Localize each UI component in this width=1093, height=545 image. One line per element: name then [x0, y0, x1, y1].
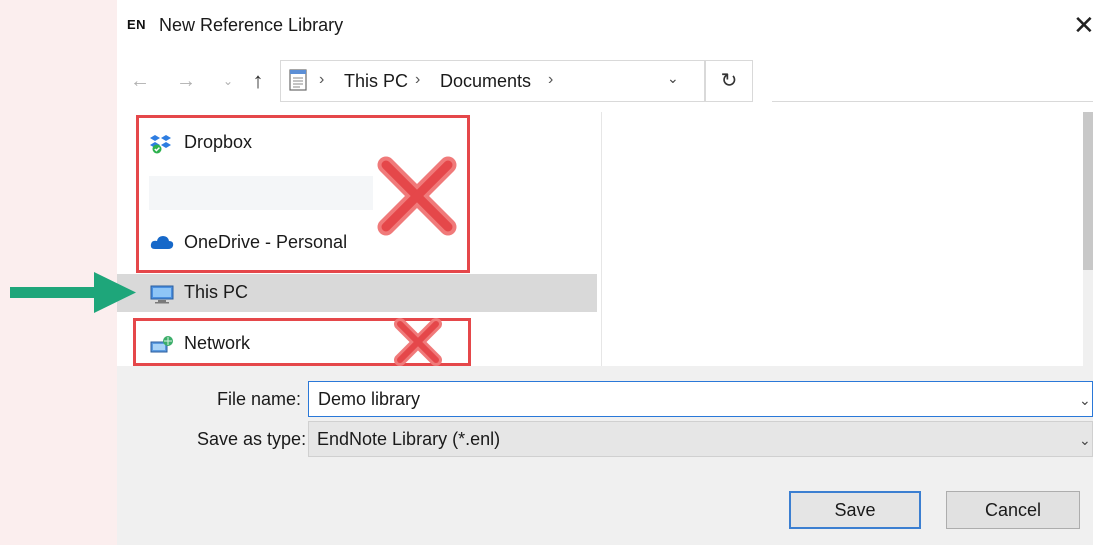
save-as-type-value: EndNote Library (*.enl)	[317, 429, 501, 449]
scrollbar-thumb[interactable]	[1083, 112, 1093, 270]
search-input[interactable]	[772, 60, 1093, 102]
address-bar[interactable]: › This PC › Documents ›	[280, 60, 705, 102]
file-list-pane[interactable]	[602, 112, 1077, 366]
cancel-button[interactable]: Cancel	[946, 491, 1080, 529]
save-options-panel: File name: ⌄ Save as type: EndNote Libra…	[117, 366, 1093, 545]
sidebar-item-this-pc[interactable]: This PC	[117, 274, 597, 312]
refresh-button[interactable]: ↻	[705, 60, 753, 102]
breadcrumb-this-pc[interactable]: This PC	[344, 71, 408, 92]
save-as-type-dropdown-chevron[interactable]: ⌄	[1079, 432, 1091, 449]
breadcrumb-separator[interactable]: ›	[415, 71, 420, 89]
red-x-mark-icon	[394, 318, 442, 366]
save-as-type-label: Save as type:	[197, 429, 307, 449]
red-x-mark-icon	[377, 156, 457, 236]
back-button[interactable]: ←	[127, 66, 153, 96]
breadcrumb-separator[interactable]: ›	[548, 71, 553, 89]
vertical-scrollbar[interactable]	[1083, 112, 1093, 366]
save-button[interactable]: Save	[789, 491, 921, 529]
monitor-icon	[150, 284, 174, 309]
save-as-type-select[interactable]: EndNote Library (*.enl)	[308, 421, 1093, 457]
forward-button[interactable]: →	[173, 66, 199, 96]
close-button[interactable]: ✕	[1073, 10, 1093, 40]
file-name-input[interactable]	[308, 381, 1093, 417]
sidebar-item-label: This PC	[184, 282, 249, 302]
up-button[interactable]: ↑	[245, 66, 271, 96]
window-title: New Reference Library	[159, 15, 344, 35]
title-bar: EN New Reference Library ✕	[117, 0, 1093, 54]
breadcrumb-documents[interactable]: Documents	[440, 71, 531, 92]
recent-locations-button[interactable]: ⌄	[215, 66, 241, 96]
file-name-label: File name:	[217, 389, 302, 409]
green-arrow-icon	[10, 272, 136, 313]
endnote-app-icon: EN	[127, 17, 147, 32]
documents-folder-icon	[289, 69, 307, 96]
file-name-dropdown-chevron[interactable]: ⌄	[1079, 392, 1091, 409]
address-history-dropdown[interactable]: ⌄	[667, 70, 679, 87]
breadcrumb-separator[interactable]: ›	[319, 71, 324, 89]
